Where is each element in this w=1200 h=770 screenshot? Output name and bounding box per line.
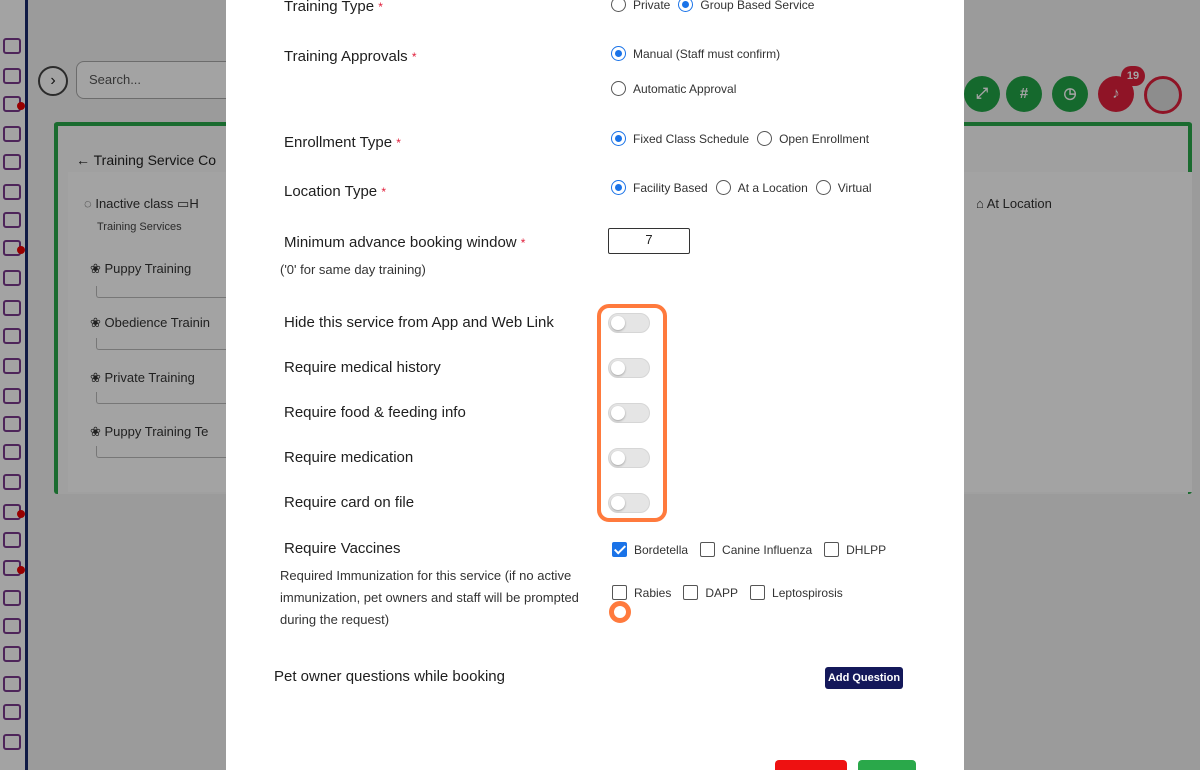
- training-service-modal: [226, 0, 964, 770]
- vaccines-label: Require Vaccines: [284, 540, 401, 557]
- enrollment-type-label: Enrollment Type *: [284, 134, 401, 151]
- radio-group-based[interactable]: [678, 0, 694, 12]
- training-type-options: Private Group Based Service: [611, 0, 822, 12]
- approval-manual-option: Manual (Staff must confirm): [611, 46, 780, 61]
- checkbox-dhlpp[interactable]: [824, 542, 840, 557]
- vaccine-row-2: Rabies DAPP Leptospirosis: [612, 585, 851, 600]
- toggle-card-on-file[interactable]: [608, 493, 650, 513]
- checkbox-rabies[interactable]: [612, 585, 627, 600]
- checkbox-leptospirosis-label: Leptospirosis: [772, 586, 843, 600]
- toggle-medical-history[interactable]: [608, 358, 650, 378]
- vaccines-hint: Required Immunization for this service (…: [280, 568, 579, 627]
- booking-window-hint: ('0' for same day training): [280, 262, 426, 277]
- checkbox-dapp-label: DAPP: [705, 586, 739, 600]
- training-type-label: Training Type *: [284, 0, 383, 15]
- checkbox-dapp[interactable]: [683, 585, 699, 600]
- checkbox-canine-influenza-label: Canine Influenza: [722, 543, 813, 557]
- toggle-label-card-on-file: Require card on file: [284, 494, 415, 511]
- radio-automatic[interactable]: [611, 81, 626, 96]
- vaccine-row-1: Bordetella Canine Influenza DHLPP: [612, 542, 894, 557]
- radio-fixed-schedule-label: Fixed Class Schedule: [633, 131, 750, 146]
- radio-automatic-label: Automatic Approval: [633, 81, 737, 96]
- enrollment-type-options: Fixed Class Schedule Open Enrollment: [611, 131, 877, 146]
- toggle-hide-service[interactable]: [608, 313, 650, 333]
- radio-fixed-schedule[interactable]: [611, 131, 626, 146]
- radio-facility-based-label: Facility Based: [633, 180, 708, 195]
- checkbox-leptospirosis[interactable]: [750, 585, 766, 600]
- add-question-button[interactable]: Add Question: [825, 667, 903, 689]
- radio-facility-based[interactable]: [611, 180, 626, 195]
- radio-manual[interactable]: [611, 46, 626, 61]
- radio-virtual-label: Virtual: [837, 180, 872, 195]
- toggle-label-medical-history: Require medical history: [284, 359, 441, 376]
- location-type-options: Facility Based At a Location Virtual: [611, 180, 880, 195]
- checkbox-bordetella[interactable]: [612, 542, 627, 557]
- radio-private[interactable]: [611, 0, 626, 12]
- save-button[interactable]: [858, 760, 916, 770]
- radio-group-based-label: Group Based Service: [700, 0, 815, 12]
- radio-virtual[interactable]: [815, 180, 831, 195]
- training-approvals-label: Training Approvals *: [284, 48, 417, 65]
- radio-open-enrollment-label: Open Enrollment: [779, 131, 870, 146]
- cancel-button[interactable]: [775, 760, 847, 770]
- click-indicator: [609, 601, 631, 623]
- approval-automatic-option: Automatic Approval: [611, 81, 736, 96]
- checkbox-dhlpp-label: DHLPP: [846, 543, 887, 557]
- toggle-food-feeding[interactable]: [608, 403, 650, 423]
- checkbox-bordetella-label: Bordetella: [634, 543, 689, 557]
- location-type-label: Location Type *: [284, 183, 386, 200]
- toggle-label-food-feeding: Require food & feeding info: [284, 404, 466, 421]
- booking-window-label: Minimum advance booking window *: [284, 234, 526, 251]
- radio-open-enrollment[interactable]: [757, 131, 773, 146]
- radio-at-location[interactable]: [715, 180, 731, 195]
- toggle-medication[interactable]: [608, 448, 650, 468]
- toggle-label-medication: Require medication: [284, 449, 414, 466]
- booking-window-input[interactable]: 7: [608, 228, 690, 254]
- checkbox-canine-influenza[interactable]: [700, 542, 716, 557]
- radio-at-location-label: At a Location: [737, 180, 808, 195]
- questions-label: Pet owner questions while booking: [274, 668, 505, 685]
- checkbox-rabies-label: Rabies: [634, 586, 672, 600]
- toggle-label-hide-service: Hide this service from App and Web Link: [284, 314, 554, 331]
- radio-private-label: Private: [633, 0, 671, 12]
- radio-manual-label: Manual (Staff must confirm): [633, 46, 781, 61]
